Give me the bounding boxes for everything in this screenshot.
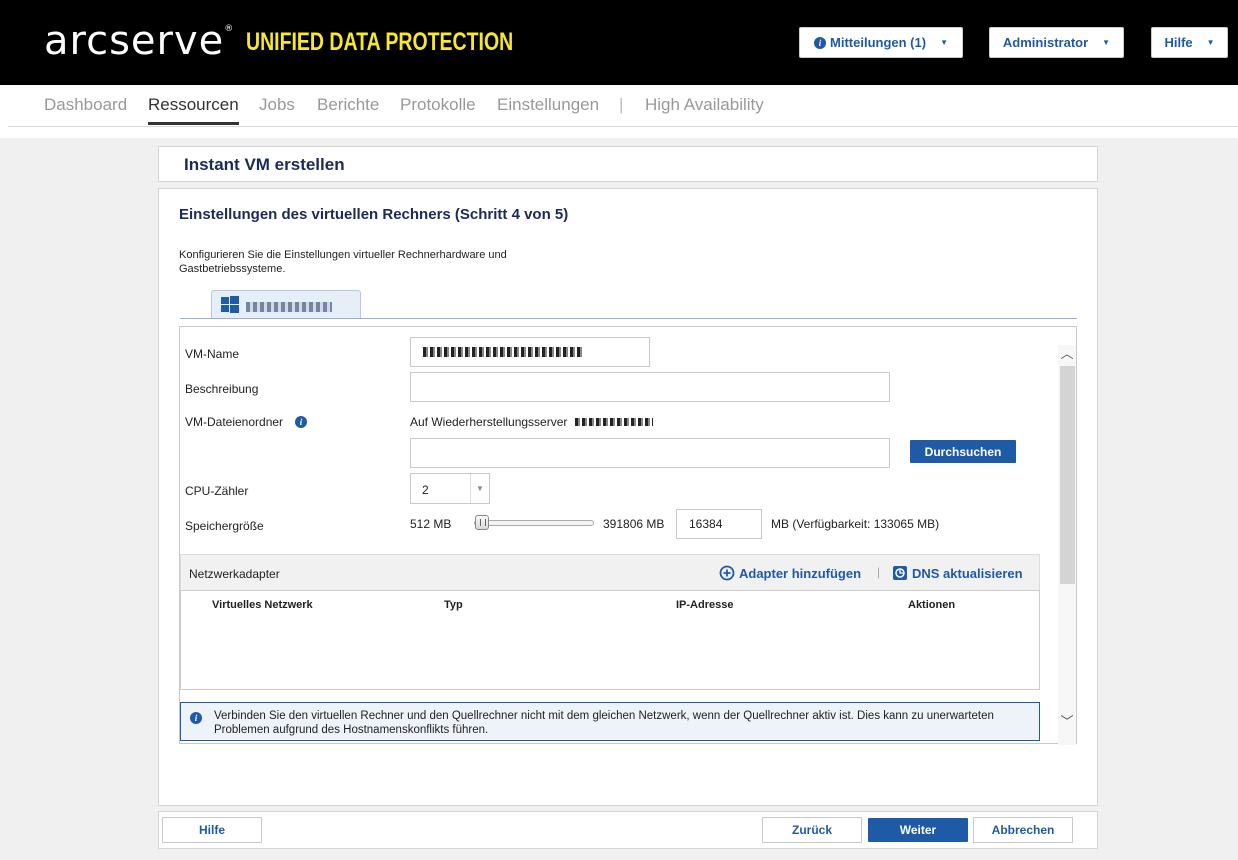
col-virtual-network: Virtuelles Netzwerk xyxy=(212,599,313,611)
memory-slider-handle[interactable] xyxy=(475,515,489,530)
description-label: Beschreibung xyxy=(185,382,259,396)
help-menu-button[interactable]: Hilfe ▼ xyxy=(1151,27,1228,58)
notifications-label: Mitteilungen (1) xyxy=(830,35,927,50)
caret-down-icon: ▼ xyxy=(940,38,948,47)
nav-separator: | xyxy=(619,95,624,114)
dns-refresh-icon xyxy=(893,566,907,580)
logo-mark: ® xyxy=(224,24,235,34)
arcserve-logo: arcserve® xyxy=(44,18,234,64)
add-adapter-button[interactable]: Adapter hinzufügen xyxy=(719,565,861,581)
nav-jobs[interactable]: Jobs xyxy=(259,95,295,115)
info-icon: i xyxy=(190,712,202,724)
browse-button[interactable]: Durchsuchen xyxy=(910,440,1016,463)
nav-berichte[interactable]: Berichte xyxy=(317,95,379,115)
cpu-count-value: 2 xyxy=(422,483,429,497)
memory-min: 512 MB xyxy=(410,517,452,531)
nav-dashboard[interactable]: Dashboard xyxy=(44,95,127,115)
nav-high-availability[interactable]: High Availability xyxy=(645,95,764,115)
add-adapter-label: Adapter hinzufügen xyxy=(739,565,862,581)
logo-text: arcserve xyxy=(44,18,225,64)
title-panel: Instant VM erstellen xyxy=(158,146,1098,182)
memory-availability: MB (Verfügbarkeit: 133065 MB) xyxy=(771,517,940,531)
help-button[interactable]: Hilfe xyxy=(162,817,262,843)
vm-name-label: VM-Name xyxy=(185,347,240,361)
page-title: Instant VM erstellen xyxy=(184,155,345,174)
vm-folder-label: VM-Dateienordner xyxy=(185,415,284,429)
folder-server-label: Auf Wiederherstellungsserver xyxy=(410,415,568,429)
col-ip-address: IP-Adresse xyxy=(676,599,734,611)
back-button[interactable]: Zurück xyxy=(762,817,862,843)
server-name-redacted xyxy=(574,418,653,426)
tab-underline xyxy=(180,318,1077,319)
memory-size-input[interactable]: 16384 xyxy=(676,509,762,539)
nav-divider xyxy=(8,126,1238,127)
update-dns-button[interactable]: DNS aktualisieren xyxy=(892,565,1023,581)
network-adapter-title: Netzwerkadapter xyxy=(189,567,280,581)
help-menu-label: Hilfe xyxy=(1164,35,1193,50)
notifications-button[interactable]: i Mitteilungen (1) ▼ xyxy=(799,27,963,58)
vm-tab[interactable] xyxy=(211,290,361,319)
plus-circle-icon xyxy=(719,565,735,581)
nav-protokolle[interactable]: Protokolle xyxy=(400,95,476,115)
vm-tab-label-redacted xyxy=(246,302,332,312)
hostname-conflict-notice: i Verbinden Sie den virtuellen Rechner u… xyxy=(180,702,1040,741)
update-dns-label: DNS aktualisieren xyxy=(912,565,1023,581)
cpu-count-label: CPU-Zähler xyxy=(185,484,249,498)
memory-size-label: Speichergröße xyxy=(185,519,264,533)
description-input[interactable] xyxy=(410,372,890,402)
toolbar-separator: | xyxy=(877,565,881,579)
scroll-down-icon[interactable]: ﹀ xyxy=(1058,713,1076,731)
step-description: Konfigurieren Sie die Einstellungen virt… xyxy=(179,249,507,275)
cpu-count-select[interactable]: 2 ▼ xyxy=(410,473,490,504)
memory-max: 391806 MB xyxy=(603,517,665,531)
scroll-up-icon[interactable]: ︿ xyxy=(1058,345,1076,363)
folder-path-input[interactable] xyxy=(410,438,890,468)
step-title: Einstellungen des virtuellen Rechners (S… xyxy=(179,206,569,223)
vm-name-input[interactable] xyxy=(410,337,650,367)
info-icon[interactable]: i xyxy=(295,416,307,428)
scrollbar-thumb[interactable] xyxy=(1060,366,1075,584)
memory-slider-track[interactable] xyxy=(474,520,594,526)
windows-icon xyxy=(221,296,239,313)
caret-down-icon[interactable]: ▼ xyxy=(470,474,489,503)
nav-ressourcen[interactable]: Ressourcen xyxy=(148,95,239,125)
folder-server-text: Auf Wiederherstellungsserver xyxy=(410,415,653,429)
caret-down-icon: ▼ xyxy=(1206,38,1215,47)
administrator-label: Administrator xyxy=(1002,35,1089,50)
col-type: Typ xyxy=(444,599,463,611)
nav-einstellungen[interactable]: Einstellungen xyxy=(497,95,599,115)
notice-text: Verbinden Sie den virtuellen Rechner und… xyxy=(214,710,994,736)
info-icon: i xyxy=(814,36,827,49)
product-name: UNIFIED DATA PROTECTION xyxy=(246,28,514,56)
cancel-button[interactable]: Abbrechen xyxy=(973,817,1073,843)
caret-down-icon: ▼ xyxy=(1102,38,1111,47)
administrator-button[interactable]: Administrator ▼ xyxy=(989,27,1124,58)
vm-name-value-redacted xyxy=(423,347,583,357)
col-actions: Aktionen xyxy=(908,599,956,611)
next-button[interactable]: Weiter xyxy=(868,818,968,842)
